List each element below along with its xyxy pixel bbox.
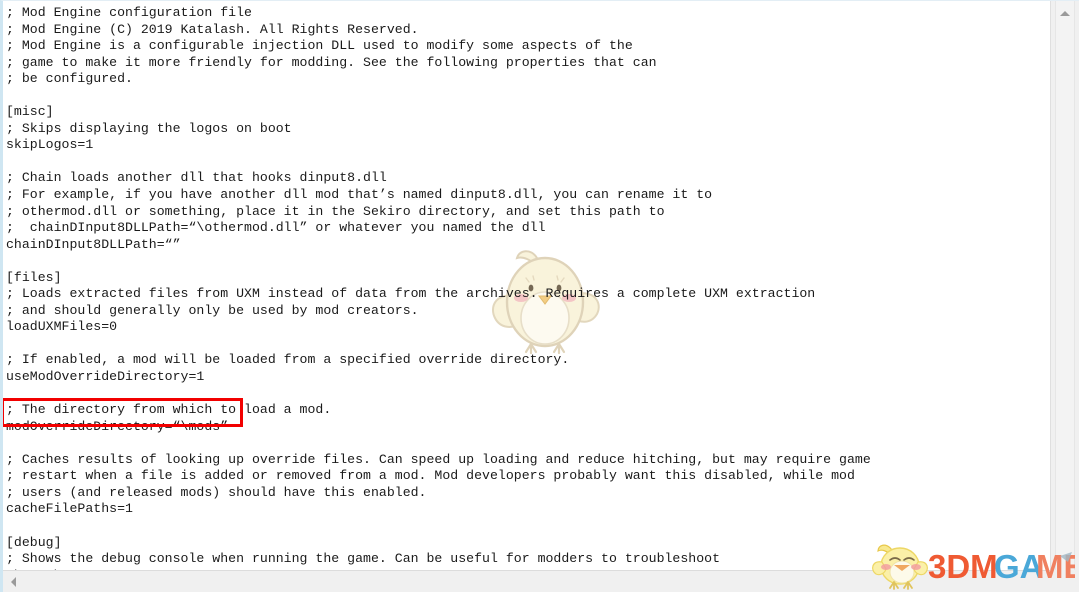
config-line: [debug] bbox=[6, 534, 62, 550]
config-line: modOverrideDirectory=“\mods” bbox=[6, 418, 229, 434]
config-line: loadUXMFiles=0 bbox=[6, 319, 118, 335]
config-line: ; For example, if you have another dll m… bbox=[6, 187, 713, 203]
config-line: ; Mod Engine is a configurable injection… bbox=[6, 38, 633, 54]
scroll-up-arrow-icon[interactable] bbox=[1060, 11, 1070, 16]
config-line: ; If enabled, a mod will be loaded from … bbox=[6, 352, 570, 368]
config-line: chainDInput8DLLPath=“” bbox=[6, 236, 181, 252]
config-blank-line bbox=[6, 253, 1050, 270]
config-line: ; restart when a file is added or remove… bbox=[6, 468, 855, 484]
config-line: [misc] bbox=[6, 104, 54, 120]
scroll-left-arrow-icon[interactable] bbox=[11, 576, 16, 587]
config-line: ; and should generally only be used by m… bbox=[6, 302, 419, 318]
scrollbar-corner bbox=[1050, 570, 1079, 592]
horizontal-scrollbar[interactable] bbox=[3, 570, 1079, 592]
config-line: ; Caches results of looking up override … bbox=[6, 451, 871, 467]
vertical-scrollbar-track[interactable] bbox=[1055, 1, 1075, 570]
config-blank-line bbox=[6, 88, 1050, 105]
config-line: ; Chain loads another dll that hooks din… bbox=[6, 170, 387, 186]
config-line: skipLogos=1 bbox=[6, 137, 94, 153]
config-blank-line bbox=[6, 435, 1050, 452]
config-line: [files] bbox=[6, 269, 62, 285]
config-file-lines: ; Mod Engine configuration file; Mod Eng… bbox=[3, 1, 1050, 570]
text-editor-window: ; Mod Engine configuration file; Mod Eng… bbox=[0, 0, 1079, 592]
config-line: ; othermod.dll or something, place it in… bbox=[6, 203, 665, 219]
config-line: ; be configured. bbox=[6, 71, 133, 87]
config-line: useModOverrideDirectory=1 bbox=[6, 369, 205, 385]
config-line: ; Skips displaying the logos on boot bbox=[6, 120, 292, 136]
config-blank-line bbox=[6, 386, 1050, 403]
vertical-scrollbar[interactable] bbox=[1050, 1, 1079, 570]
config-line: ; Mod Engine (C) 2019 Katalash. All Righ… bbox=[6, 21, 419, 37]
config-line: ; Mod Engine configuration file bbox=[6, 5, 252, 20]
config-file-text-area[interactable]: ; Mod Engine configuration file; Mod Eng… bbox=[3, 1, 1050, 570]
config-line: ; game to make it more friendly for modd… bbox=[6, 54, 657, 70]
config-line: ; Loads extracted files from UXM instead… bbox=[6, 286, 816, 302]
config-blank-line bbox=[6, 518, 1050, 535]
config-line: ; users (and released mods) should have … bbox=[6, 484, 427, 500]
config-line: ; The directory from which to load a mod… bbox=[6, 402, 332, 418]
config-line: cacheFilePaths=1 bbox=[6, 501, 133, 517]
config-blank-line bbox=[6, 154, 1050, 171]
config-blank-line bbox=[6, 336, 1050, 353]
config-line: ; Shows the debug console when running t… bbox=[6, 551, 721, 567]
config-line: ; chainDInput8DLLPath=“\othermod.dll” or… bbox=[6, 220, 546, 236]
